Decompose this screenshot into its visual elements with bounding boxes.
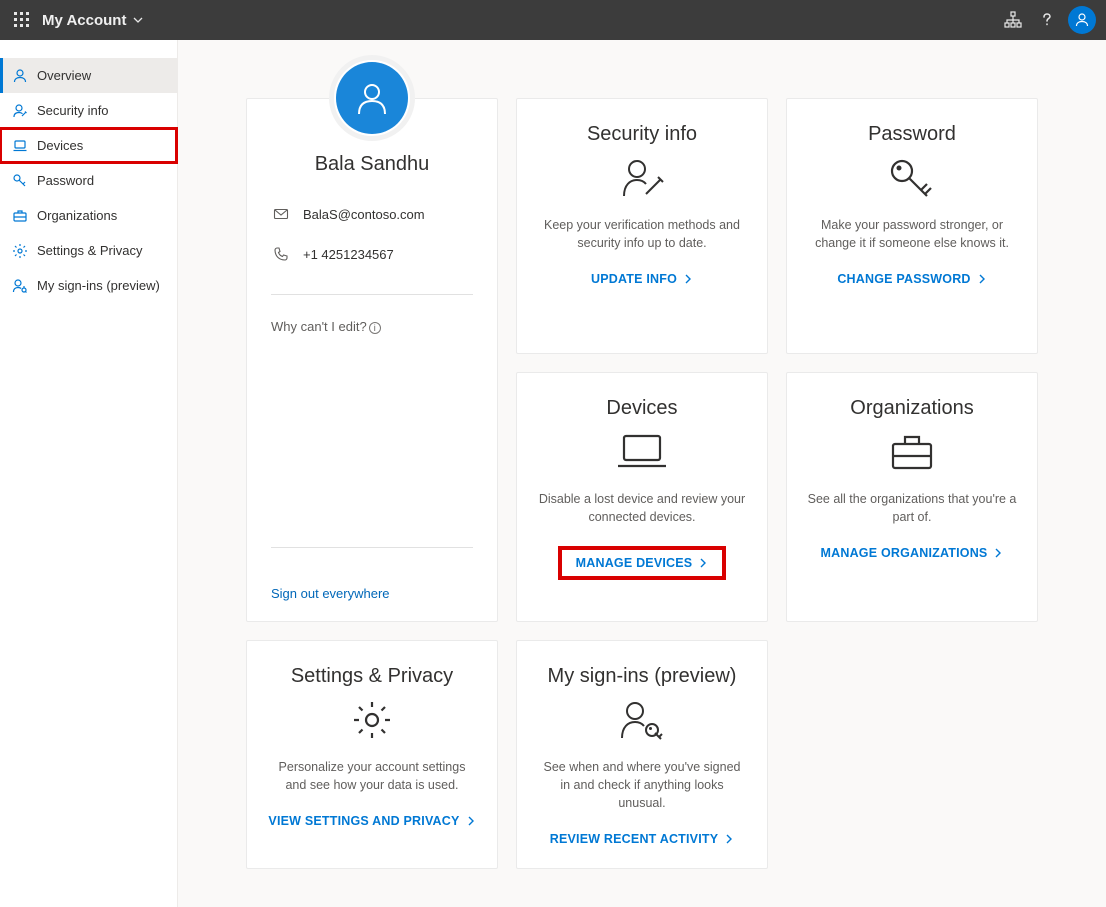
- waffle-icon: [14, 12, 30, 28]
- profile-card: Bala Sandhu BalaS@contoso.com +1 4251234…: [246, 98, 498, 622]
- topbar-title-dropdown[interactable]: My Account: [42, 12, 144, 29]
- sidebar-item-label: My sign-ins (preview): [37, 278, 160, 293]
- chevron-right-icon: [724, 834, 734, 844]
- app-launcher-button[interactable]: [10, 8, 34, 32]
- key-icon: [887, 156, 937, 200]
- person-icon: [1074, 12, 1090, 28]
- sidebar-item-devices[interactable]: Devices: [0, 128, 177, 163]
- info-icon: i: [369, 322, 381, 334]
- profile-phone-row: +1 4251234567: [271, 246, 473, 262]
- card-desc: Make your password stronger, or change i…: [807, 216, 1017, 252]
- mail-icon: [271, 206, 291, 222]
- signins-icon: [11, 277, 29, 295]
- sign-out-everywhere-link[interactable]: Sign out everywhere: [271, 586, 473, 601]
- sidebar-item-label: Overview: [37, 68, 91, 83]
- devices-card: Devices Disable a lost device and review…: [516, 372, 768, 622]
- chevron-down-icon: [132, 14, 144, 26]
- manage-organizations-link[interactable]: MANAGE ORGANIZATIONS: [821, 546, 1004, 560]
- card-desc: Disable a lost device and review your co…: [537, 490, 747, 526]
- sidebar-item-label: Settings & Privacy: [37, 243, 143, 258]
- topbar-title-label: My Account: [42, 12, 126, 29]
- why-cant-i-edit-link[interactable]: Why can't I edit?i: [271, 319, 473, 334]
- card-title: Password: [868, 123, 956, 146]
- sidebar-item-password[interactable]: Password: [0, 163, 177, 198]
- sidebar-item-label: Security info: [37, 103, 109, 118]
- sidebar-item-label: Devices: [37, 138, 83, 153]
- my-signins-card: My sign-ins (preview) See when and where…: [516, 640, 768, 869]
- sidebar-item-settings-privacy[interactable]: Settings & Privacy: [0, 233, 177, 268]
- card-title: Devices: [606, 397, 677, 420]
- card-title: My sign-ins (preview): [548, 665, 737, 688]
- update-info-link[interactable]: UPDATE INFO: [591, 272, 693, 286]
- chevron-right-icon: [698, 558, 708, 568]
- laptop-icon: [11, 137, 29, 155]
- manage-devices-link[interactable]: MANAGE DEVICES: [558, 546, 727, 580]
- profile-email-row: BalaS@contoso.com: [271, 206, 473, 222]
- card-title: Security info: [587, 123, 697, 146]
- help-icon: [1038, 11, 1056, 29]
- person-icon: [352, 78, 392, 118]
- security-icon: [11, 102, 29, 120]
- sidebar: Overview Security info Devices Password: [0, 40, 178, 907]
- gear-icon: [350, 698, 394, 742]
- security-info-card: Security info Keep your verification met…: [516, 98, 768, 354]
- phone-icon: [271, 246, 291, 262]
- account-avatar[interactable]: [1068, 6, 1096, 34]
- card-desc: Keep your verification methods and secur…: [537, 216, 747, 252]
- briefcase-icon: [11, 207, 29, 225]
- profile-avatar: [329, 55, 415, 141]
- settings-privacy-card: Settings & Privacy Personalize your acco…: [246, 640, 498, 869]
- sidebar-item-label: Password: [37, 173, 94, 188]
- profile-phone: +1 4251234567: [303, 247, 394, 262]
- signins-icon: [617, 698, 667, 742]
- person-icon: [11, 67, 29, 85]
- briefcase-icon: [887, 430, 937, 474]
- topbar: My Account: [0, 0, 1106, 40]
- change-password-link[interactable]: CHANGE PASSWORD: [837, 272, 986, 286]
- help-button[interactable]: [1030, 3, 1064, 37]
- laptop-icon: [614, 430, 670, 474]
- password-card: Password Make your password stronger, or…: [786, 98, 1038, 354]
- card-desc: Personalize your account settings and se…: [267, 758, 477, 794]
- sidebar-item-overview[interactable]: Overview: [0, 58, 177, 93]
- card-desc: See when and where you've signed in and …: [537, 758, 747, 812]
- card-title: Organizations: [850, 397, 973, 420]
- sitemap-button[interactable]: [996, 3, 1030, 37]
- card-title: Settings & Privacy: [291, 665, 453, 688]
- chevron-right-icon: [977, 274, 987, 284]
- profile-email: BalaS@contoso.com: [303, 207, 425, 222]
- view-settings-privacy-link[interactable]: VIEW SETTINGS AND PRIVACY: [268, 814, 475, 828]
- card-desc: See all the organizations that you're a …: [807, 490, 1017, 526]
- key-icon: [11, 172, 29, 190]
- main: Bala Sandhu BalaS@contoso.com +1 4251234…: [178, 40, 1106, 907]
- sidebar-item-organizations[interactable]: Organizations: [0, 198, 177, 233]
- sidebar-item-security-info[interactable]: Security info: [0, 93, 177, 128]
- sitemap-icon: [1004, 11, 1022, 29]
- sidebar-item-label: Organizations: [37, 208, 117, 223]
- organizations-card: Organizations See all the organizations …: [786, 372, 1038, 622]
- sidebar-item-my-signins[interactable]: My sign-ins (preview): [0, 268, 177, 303]
- profile-name: Bala Sandhu: [271, 153, 473, 176]
- review-recent-activity-link[interactable]: REVIEW RECENT ACTIVITY: [550, 832, 735, 846]
- security-icon: [619, 156, 665, 200]
- gear-icon: [11, 242, 29, 260]
- chevron-right-icon: [993, 548, 1003, 558]
- chevron-right-icon: [466, 816, 476, 826]
- chevron-right-icon: [683, 274, 693, 284]
